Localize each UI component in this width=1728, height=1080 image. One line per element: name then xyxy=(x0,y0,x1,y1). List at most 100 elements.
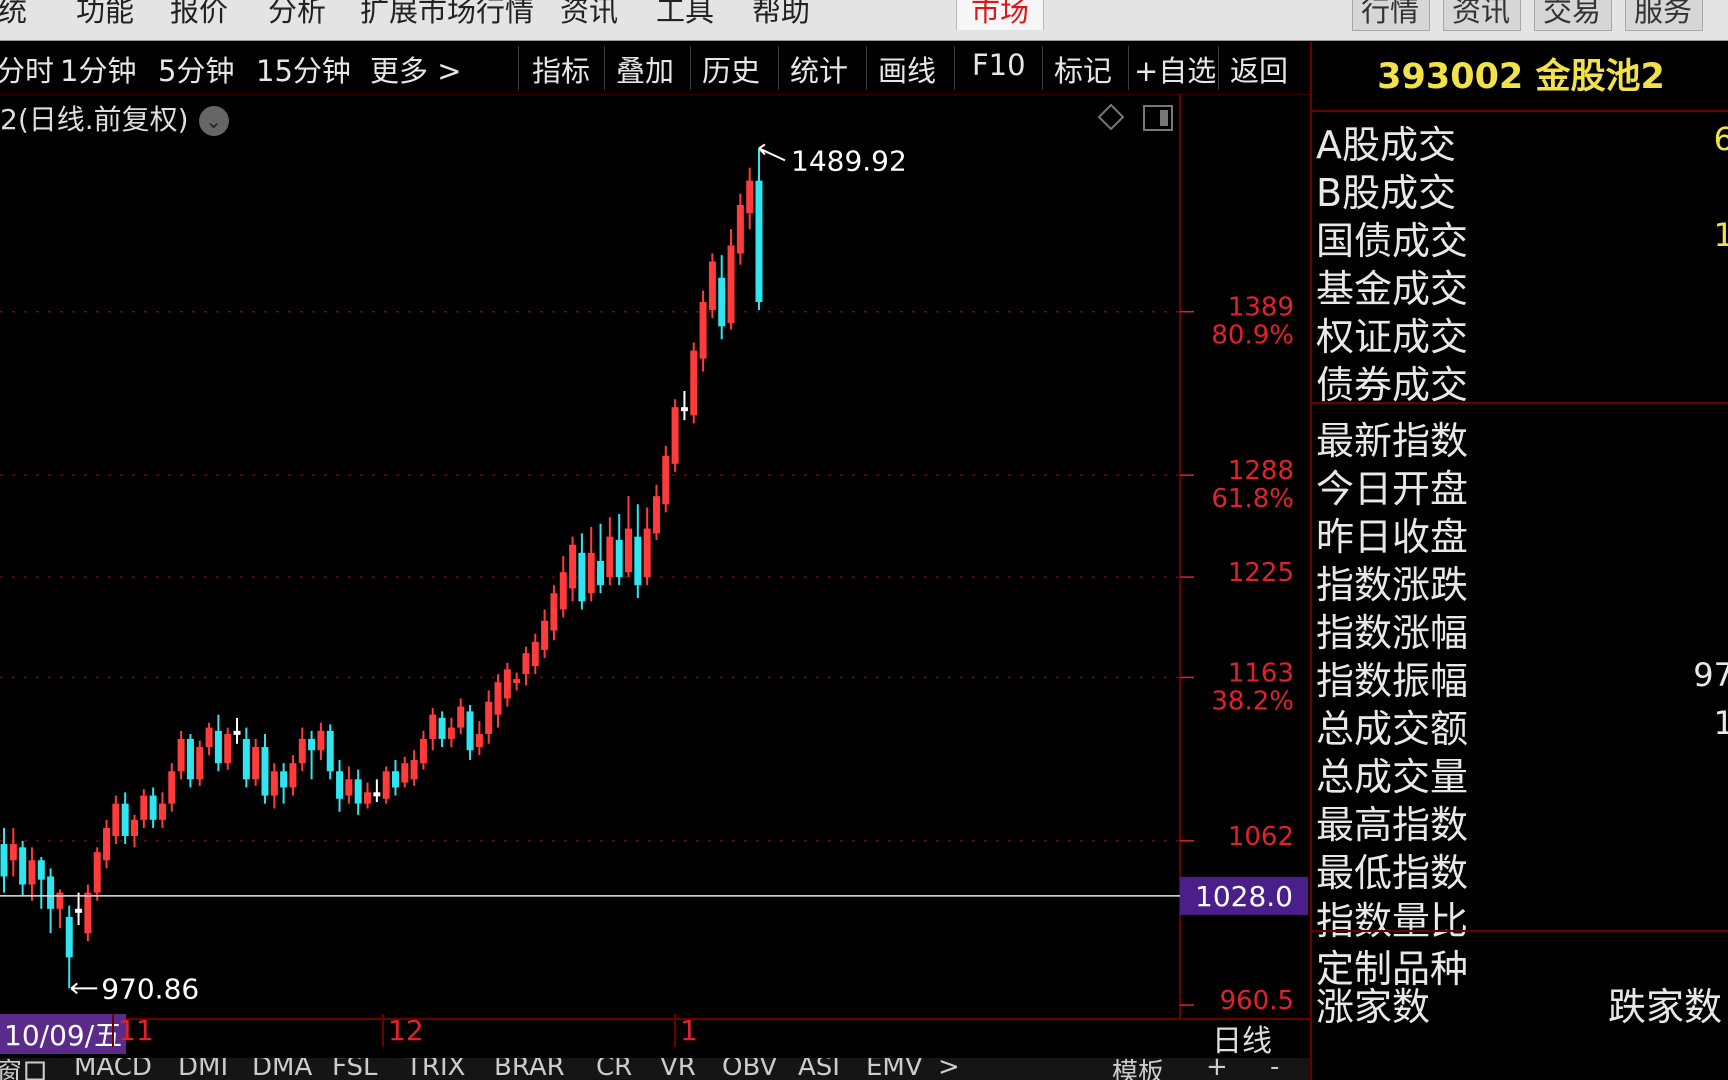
candlestick xyxy=(224,727,232,770)
indicator-tab[interactable]: CR xyxy=(596,1058,632,1080)
indicator-tab[interactable]: DMA xyxy=(252,1058,312,1080)
candle-body xyxy=(429,714,437,739)
tb-draw[interactable]: 画线 xyxy=(878,48,936,90)
candlestick xyxy=(513,672,521,691)
candle-body xyxy=(438,717,446,739)
candle-body xyxy=(177,738,185,772)
fall-count-label: 跌家数 xyxy=(1608,985,1723,1029)
menu-system[interactable]: 统 xyxy=(0,0,27,30)
candlestick xyxy=(261,734,269,804)
candle-body xyxy=(270,771,278,796)
candle-body xyxy=(140,795,148,820)
candlestick xyxy=(391,759,399,796)
indicator-tab[interactable]: 窗口 xyxy=(0,1058,48,1080)
candle-body xyxy=(56,892,64,909)
date-cursor-label: 10/09/五 xyxy=(0,1014,127,1054)
diamond-icon[interactable] xyxy=(1096,102,1126,132)
tb-add-watchlist[interactable]: +自选 xyxy=(1134,48,1216,90)
indicator-tab[interactable]: OBV xyxy=(722,1058,777,1080)
tb-history[interactable]: 历史 xyxy=(702,48,760,90)
tab-service[interactable]: 服务 xyxy=(1625,0,1703,31)
tb-15min[interactable]: 15分钟 xyxy=(256,48,351,90)
menu-news[interactable]: 资讯 xyxy=(560,0,618,30)
tb-more[interactable]: 更多 > xyxy=(370,48,462,90)
low-label: 970.86 xyxy=(101,972,199,1005)
candlestick xyxy=(625,496,633,578)
candlestick xyxy=(699,290,707,372)
menu-quote[interactable]: 报价 xyxy=(170,0,228,30)
candlestick xyxy=(680,391,688,421)
candle-body xyxy=(699,302,707,359)
tb-overlay[interactable]: 叠加 xyxy=(616,48,674,90)
y-axis-pct-label: 80.9% xyxy=(1211,321,1294,351)
candlestick xyxy=(214,714,222,772)
tb-intraday[interactable]: 分时 xyxy=(0,48,54,90)
tb-statistics[interactable]: 统计 xyxy=(790,48,848,90)
candlestick xyxy=(242,727,250,788)
indicator-tab[interactable]: - xyxy=(1270,1058,1279,1080)
tab-quotes[interactable]: 行情 xyxy=(1352,0,1430,31)
candle-body xyxy=(634,536,642,586)
menu-tools[interactable]: 工具 xyxy=(656,0,714,30)
indicator-tab[interactable]: MACD xyxy=(74,1058,152,1080)
tab-info[interactable]: 资讯 xyxy=(1443,0,1521,31)
panel-label: 指数振幅 xyxy=(1316,659,1469,703)
chevron-down-icon[interactable]: ⌄ xyxy=(198,106,229,136)
menu-market[interactable]: 市场 xyxy=(956,0,1045,30)
candle-body xyxy=(186,738,194,780)
indicator-tab[interactable]: + xyxy=(1206,1058,1228,1080)
indicator-tab[interactable]: TRIX xyxy=(406,1058,465,1080)
indicator-tab[interactable]: > xyxy=(938,1058,960,1080)
tb-5min[interactable]: 5分钟 xyxy=(158,48,234,90)
tb-mark[interactable]: 标记 xyxy=(1054,48,1112,90)
tb-indicator[interactable]: 指标 xyxy=(532,48,590,90)
candlestick xyxy=(466,704,474,760)
indicator-tab[interactable]: 模板 xyxy=(1112,1058,1164,1080)
menu-extended-market[interactable]: 扩展市场行情 xyxy=(360,0,534,30)
panel-label: 指数量比 xyxy=(1316,899,1469,943)
candle-body xyxy=(541,620,549,650)
date-axis: 10/09/五 11 12 1 日线 xyxy=(0,1014,1310,1060)
candle-body xyxy=(103,827,111,861)
period-label[interactable]: 日线 xyxy=(1212,1016,1272,1060)
menu-help[interactable]: 帮助 xyxy=(752,0,810,30)
candlestick xyxy=(149,787,157,828)
indicator-tab[interactable]: EMV xyxy=(866,1058,923,1080)
candle-body xyxy=(149,795,157,820)
indicator-tab[interactable]: BRAR xyxy=(494,1058,565,1080)
month-label: 11 xyxy=(112,1014,154,1047)
candle-body xyxy=(680,407,688,412)
y-axis-tick-label: 960.5 xyxy=(1220,986,1294,1016)
candlestick xyxy=(382,766,390,804)
candlestick xyxy=(0,827,8,893)
candlestick xyxy=(541,609,549,658)
indicator-tab[interactable]: VR xyxy=(660,1058,696,1080)
panel-value: 1 xyxy=(1713,704,1728,742)
panel-label: 总成交额 xyxy=(1316,707,1469,751)
candle-body xyxy=(280,771,288,788)
tb-1min[interactable]: 1分钟 xyxy=(60,48,136,90)
indicator-tab[interactable]: FSL xyxy=(332,1058,378,1080)
menu-function[interactable]: 功能 xyxy=(76,0,134,30)
candle-body xyxy=(373,792,381,797)
indicator-tabs: 窗口 MACD DMI DMA FSL TRIX BRAR CR VR OBV ASI EMV > 模板 +… xyxy=(0,1058,1310,1080)
tb-f10[interactable]: F10 xyxy=(972,48,1026,82)
y-axis-tick-label: 1389 xyxy=(1228,293,1294,323)
tab-trade[interactable]: 交易 xyxy=(1534,0,1612,31)
candle-body xyxy=(718,277,726,327)
indicator-tab[interactable]: DMI xyxy=(178,1058,228,1080)
kline-chart[interactable]: 138980.9% 128861.8% 1225 116338.2% 1062 960.5… xyxy=(0,94,1310,1018)
candlestick xyxy=(475,721,483,756)
panel-label: 基金成交 xyxy=(1316,267,1469,311)
panel-toggle-icon[interactable] xyxy=(1142,104,1174,132)
tb-back[interactable]: 返回 xyxy=(1230,48,1288,90)
y-axis-pct-label: 61.8% xyxy=(1211,484,1294,514)
candle-body xyxy=(559,572,567,610)
menu-analysis[interactable]: 分析 xyxy=(268,0,326,30)
candlestick xyxy=(121,792,129,845)
y-axis-tick-label: 1163 xyxy=(1228,658,1294,688)
indicator-tab[interactable]: ASI xyxy=(798,1058,840,1080)
candlestick xyxy=(690,342,698,424)
y-axis-pct-label: 38.2% xyxy=(1211,686,1294,716)
candlestick xyxy=(270,763,278,809)
